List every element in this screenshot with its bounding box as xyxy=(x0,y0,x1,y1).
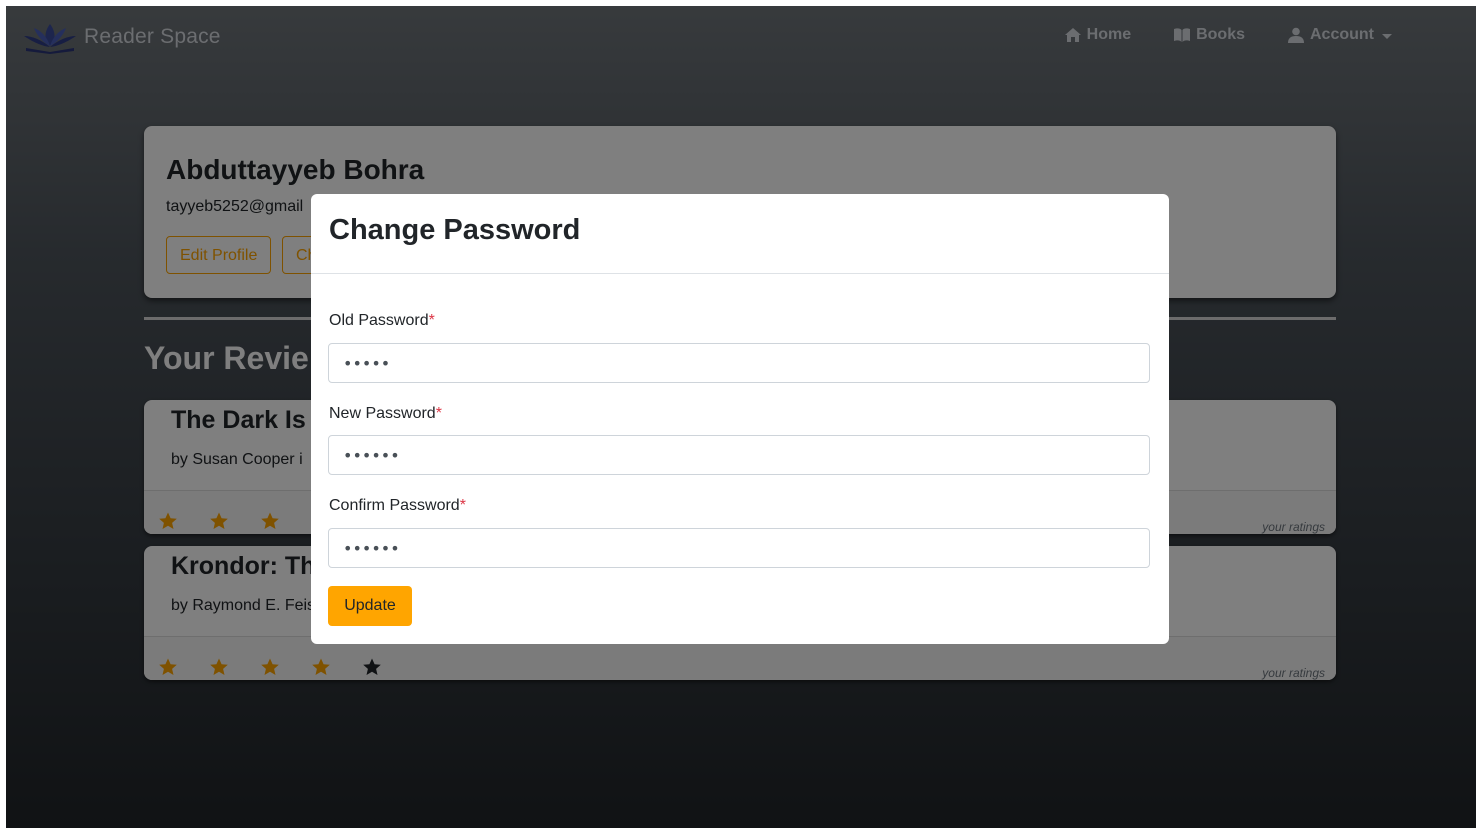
modal-title: Change Password xyxy=(329,214,581,246)
new-password-label-text: New Password xyxy=(329,405,436,422)
confirm-password-input[interactable] xyxy=(328,528,1150,568)
old-password-input[interactable] xyxy=(328,343,1150,383)
confirm-password-label-text: Confirm Password xyxy=(329,497,460,514)
old-password-label: Old Password* xyxy=(329,312,435,330)
required-marker: * xyxy=(428,312,435,329)
required-marker: * xyxy=(459,497,466,514)
confirm-password-label: Confirm Password* xyxy=(329,497,466,515)
new-password-input[interactable] xyxy=(328,435,1150,475)
update-button[interactable]: Update xyxy=(328,586,412,626)
modal-header: Change Password xyxy=(311,194,1169,274)
new-password-label: New Password* xyxy=(329,405,442,423)
change-password-modal: Change Password Old Password* New Passwo… xyxy=(311,194,1169,644)
app-viewport: Reader Space Home Books Account Abdut xyxy=(6,6,1476,828)
old-password-label-text: Old Password xyxy=(329,312,429,329)
required-marker: * xyxy=(435,405,442,422)
